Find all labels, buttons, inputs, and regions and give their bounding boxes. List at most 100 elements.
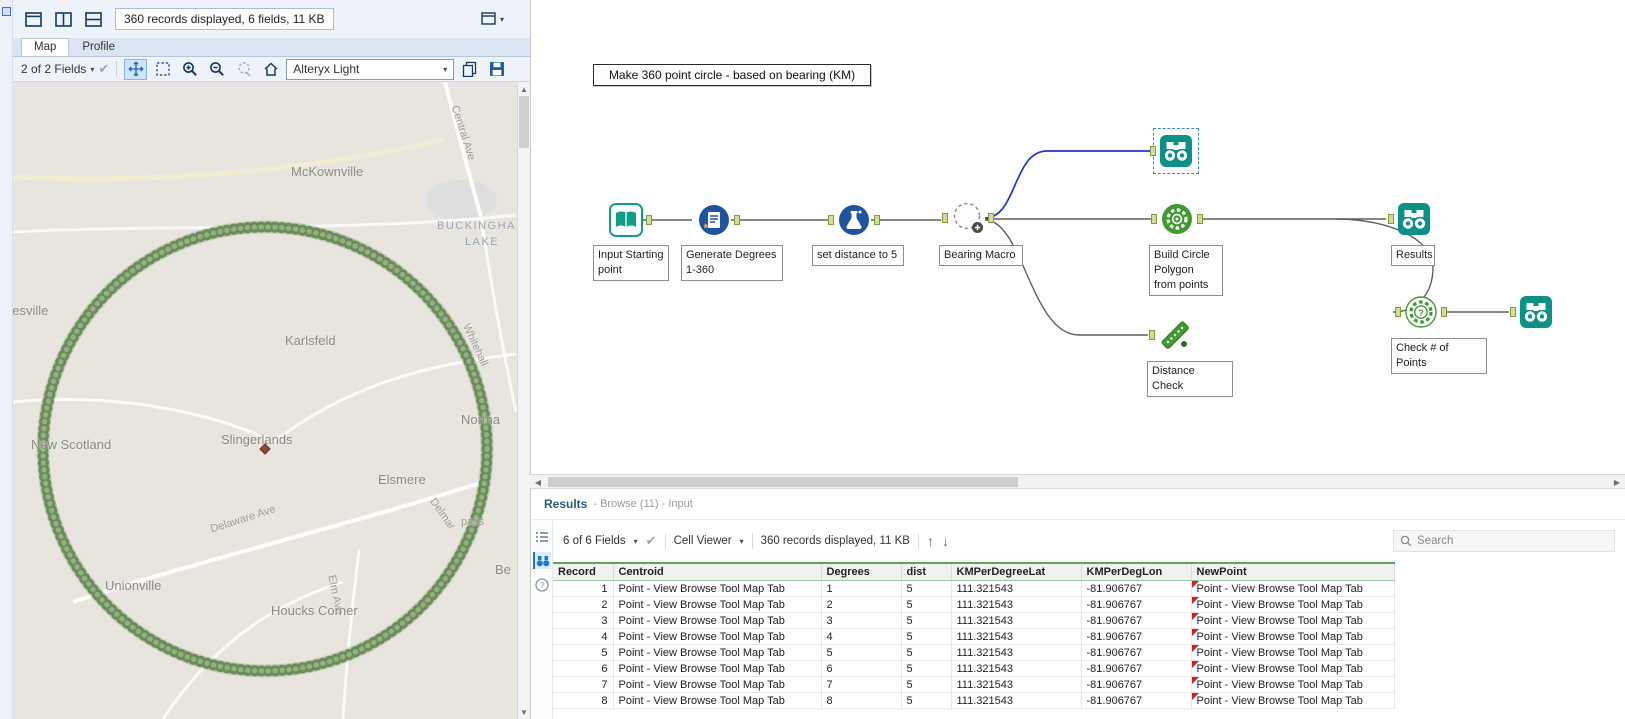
distance-check-input-anchor[interactable] — [1149, 330, 1155, 340]
build-circle-polygon-output-anchor[interactable] — [1197, 214, 1203, 224]
next-record-button[interactable]: ↓ — [942, 534, 949, 548]
scroll-down-arrow[interactable]: ▼ — [518, 706, 530, 718]
browse-right-tool[interactable] — [1510, 295, 1553, 329]
bearing-macro-tool[interactable] — [942, 201, 994, 235]
centroid-cell[interactable]: Point - View Browse Tool Map Tab — [613, 580, 822, 597]
tab-profile[interactable]: Profile — [69, 38, 128, 56]
table-row[interactable]: 8 Point - View Browse Tool Map Tab 8 5 111.3… — [553, 692, 1395, 709]
table-row[interactable]: 7 Point - View Browse Tool Map Tab 7 5 111.3… — [553, 676, 1395, 693]
generate-degrees-output-anchor[interactable] — [734, 215, 740, 225]
results-browse-annotation[interactable]: Results — [1391, 245, 1435, 266]
table-row[interactable]: 4 Point - View Browse Tool Map Tab 4 5 111.3… — [553, 628, 1395, 645]
window-layout-single-button[interactable] — [21, 8, 45, 30]
column-header-dist[interactable]: dist — [901, 562, 952, 581]
results-browse-input-anchor[interactable] — [1388, 214, 1394, 224]
table-row[interactable]: 6 Point - View Browse Tool Map Tab 6 5 111.3… — [553, 660, 1395, 677]
lasso-select-button[interactable] — [232, 59, 255, 80]
previous-record-button[interactable]: ↑ — [927, 534, 934, 548]
centroid-cell[interactable]: Point - View Browse Tool Map Tab — [613, 628, 822, 645]
centroid-cell[interactable]: Point - View Browse Tool Map Tab — [613, 692, 822, 709]
apply-checkmark-icon[interactable]: ✔ — [646, 533, 657, 549]
scroll-left-arrow[interactable]: ◀ — [531, 476, 545, 488]
input-starting-point-output-anchor[interactable] — [646, 215, 652, 225]
newpoint-cell[interactable]: Point - View Browse Tool Map Tab — [1191, 596, 1395, 613]
set-distance-tool[interactable] — [828, 203, 880, 237]
browse-top-tool[interactable] — [1150, 128, 1199, 174]
bearing-macro-input-anchor[interactable] — [942, 213, 948, 223]
build-circle-polygon-input-anchor[interactable] — [1151, 214, 1157, 224]
scroll-up-arrow[interactable]: ▲ — [518, 83, 530, 95]
column-header-kmperdeglon[interactable]: KMPerDegLon — [1081, 562, 1192, 581]
centroid-cell[interactable]: Point - View Browse Tool Map Tab — [613, 612, 822, 629]
bearing-macro-annotation[interactable]: Bearing Macro — [939, 245, 1023, 266]
search-box[interactable] — [1393, 530, 1615, 552]
table-row[interactable]: 2 Point - View Browse Tool Map Tab 2 5 111.3… — [553, 596, 1395, 613]
column-header-newpoint[interactable]: NewPoint — [1191, 562, 1395, 581]
column-header-kmperdegreelat[interactable]: KMPerDegreeLat — [951, 562, 1082, 581]
home-extent-button[interactable] — [259, 59, 282, 80]
centroid-cell[interactable]: Point - View Browse Tool Map Tab — [613, 660, 822, 677]
save-map-button[interactable] — [485, 59, 508, 80]
centroid-cell[interactable]: Point - View Browse Tool Map Tab — [613, 676, 822, 693]
column-header-degrees[interactable]: Degrees — [821, 562, 902, 581]
apply-checkmark-icon[interactable]: ✔ — [98, 61, 109, 77]
pan-tool-button[interactable] — [124, 58, 148, 80]
window-layout-split-vertical-button[interactable] — [51, 8, 75, 30]
build-circle-polygon-tool[interactable] — [1151, 202, 1203, 236]
table-row[interactable]: 1 Point - View Browse Tool Map Tab 1 5 111.3… — [553, 580, 1395, 597]
canvas-horizontal-scrollbar[interactable]: ◀ ▶ — [530, 474, 1625, 489]
newpoint-cell[interactable]: Point - View Browse Tool Map Tab — [1191, 644, 1395, 661]
build-circle-polygon-annotation[interactable]: Build Circle Polygon from points — [1149, 245, 1223, 296]
check-points-tool[interactable]: ? — [1395, 295, 1447, 329]
check-points-input-anchor[interactable] — [1395, 307, 1401, 317]
generate-degrees-tool[interactable] — [697, 203, 740, 237]
copy-map-button[interactable] — [458, 59, 481, 80]
input-starting-point-tool[interactable] — [609, 203, 652, 237]
check-points-output-anchor[interactable] — [1441, 307, 1447, 317]
newpoint-cell[interactable]: Point - View Browse Tool Map Tab — [1191, 628, 1395, 645]
window-options-button[interactable]: ▾ — [481, 12, 504, 26]
newpoint-cell[interactable]: Point - View Browse Tool Map Tab — [1191, 660, 1395, 677]
search-input[interactable] — [1417, 535, 1597, 547]
column-header-record[interactable]: Record — [553, 562, 614, 581]
zoom-in-button[interactable] — [178, 59, 201, 80]
results-help-button[interactable]: ? — [533, 576, 551, 593]
browse-right-input-anchor[interactable] — [1510, 307, 1516, 317]
newpoint-cell[interactable]: Point - View Browse Tool Map Tab — [1191, 676, 1395, 693]
table-row[interactable]: 3 Point - View Browse Tool Map Tab 3 5 111.3… — [553, 612, 1395, 629]
window-layout-split-horizontal-button[interactable] — [81, 8, 105, 30]
centroid-cell[interactable]: Point - View Browse Tool Map Tab — [613, 596, 822, 613]
generate-degrees-annotation[interactable]: Generate Degrees 1-360 — [681, 245, 783, 281]
map-vertical-scrollbar[interactable]: ▲ ▼ — [517, 82, 530, 719]
distance-check-tool[interactable] — [1149, 318, 1192, 352]
workflow-comment[interactable]: Make 360 point circle - based on bearing… — [593, 64, 871, 86]
column-header-centroid[interactable]: Centroid — [613, 562, 822, 581]
fields-dropdown[interactable]: 2 of 2 Fields — [21, 62, 86, 76]
scrollbar-thumb[interactable] — [519, 96, 529, 148]
basemap-select[interactable]: Alteryx Light ▾ — [286, 58, 455, 80]
set-distance-output-anchor[interactable] — [874, 215, 880, 225]
zoom-out-button[interactable] — [205, 59, 228, 80]
docked-panel-icon[interactable] — [2, 7, 11, 16]
set-distance-annotation[interactable]: set distance to 5 — [812, 245, 904, 266]
bearing-macro-output-anchor[interactable] — [988, 213, 994, 223]
cell-viewer-dropdown[interactable]: Cell Viewer — [674, 535, 732, 547]
newpoint-cell[interactable]: Point - View Browse Tool Map Tab — [1191, 580, 1395, 597]
set-distance-input-anchor[interactable] — [828, 215, 834, 225]
tab-map[interactable]: Map — [21, 38, 70, 56]
browse-top-input-anchor[interactable] — [1150, 146, 1156, 156]
scroll-right-arrow[interactable]: ▶ — [1610, 476, 1624, 488]
newpoint-cell[interactable]: Point - View Browse Tool Map Tab — [1191, 612, 1395, 629]
results-fields-dropdown[interactable]: 6 of 6 Fields — [563, 535, 626, 547]
check-points-annotation[interactable]: Check # of Points — [1391, 338, 1487, 374]
workflow-canvas[interactable]: Make 360 point circle - based on bearing… — [530, 0, 1625, 474]
newpoint-cell[interactable]: Point - View Browse Tool Map Tab — [1191, 692, 1395, 709]
table-row[interactable]: 5 Point - View Browse Tool Map Tab 5 5 111.3… — [553, 644, 1395, 661]
results-browse-tool[interactable] — [1388, 202, 1431, 236]
results-config-button[interactable] — [533, 528, 551, 545]
distance-check-annotation[interactable]: Distance Check — [1147, 361, 1233, 397]
select-tool-button[interactable] — [151, 59, 174, 80]
results-browse-button[interactable] — [532, 552, 551, 569]
input-starting-point-annotation[interactable]: Input Starting point — [593, 245, 669, 281]
map-area[interactable]: Central AveMcKownvilleBUCKINGHALAKEeesvi… — [13, 82, 517, 719]
